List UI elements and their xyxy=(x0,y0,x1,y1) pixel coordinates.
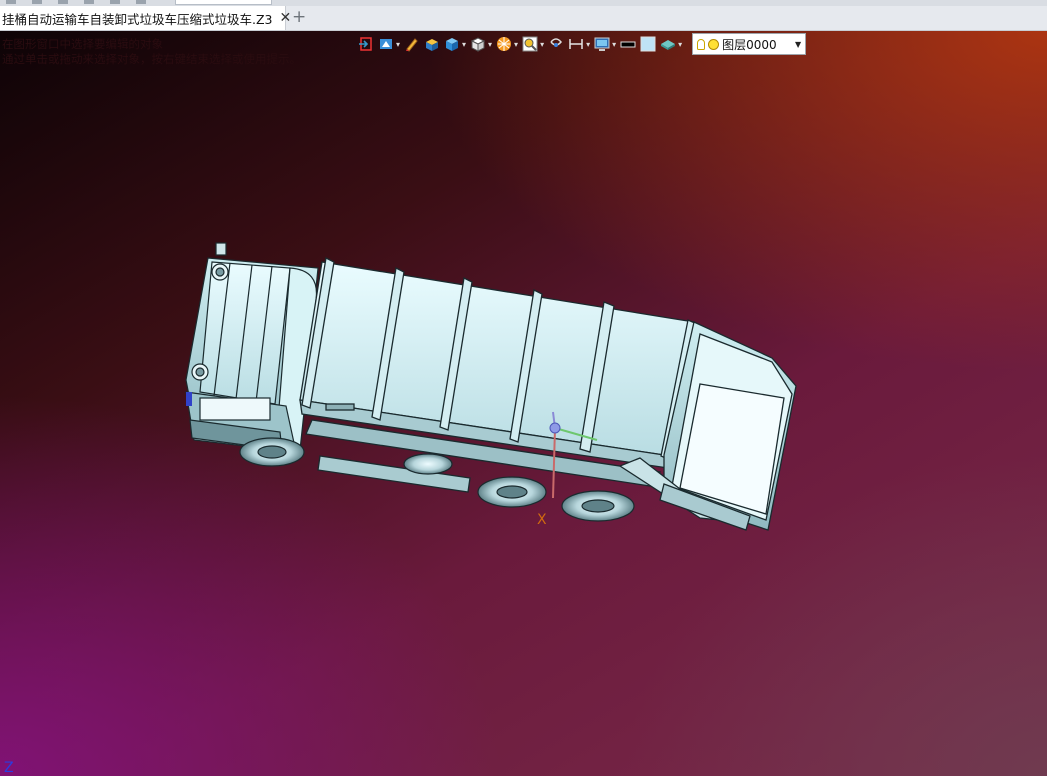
truck-cab xyxy=(185,242,319,453)
command-input[interactable] xyxy=(175,0,272,5)
document-tab-bar: 挂桶自动运输车自装卸式垃圾车压缩式垃圾车.Z3 ✕ + xyxy=(0,6,1047,31)
quick-access-icon[interactable] xyxy=(110,0,120,4)
quick-access-icon[interactable] xyxy=(58,0,68,4)
axis-x-label: X xyxy=(537,512,547,528)
quick-access-icon[interactable] xyxy=(84,0,94,4)
compactor-body xyxy=(299,257,698,493)
quick-access-icon[interactable] xyxy=(136,0,146,4)
graphics-viewport[interactable]: 在图形窗口中选择要编辑的对象 通过单击或拖动来选择对象，按右键结束选择或使用提示… xyxy=(0,31,1047,776)
garbage-truck-model[interactable]: X xyxy=(0,31,1047,776)
document-tab[interactable]: 挂桶自动运输车自装卸式垃圾车压缩式垃圾车.Z3 ✕ xyxy=(0,6,291,30)
axis-z-label: Z xyxy=(4,760,14,776)
quick-access-icon[interactable] xyxy=(6,0,16,4)
close-tab-icon[interactable]: ✕ xyxy=(280,11,292,25)
document-tab-title: 挂桶自动运输车自装卸式垃圾车压缩式垃圾车.Z3 xyxy=(2,11,273,27)
quick-access-icon[interactable] xyxy=(32,0,42,4)
new-tab-button[interactable]: + xyxy=(292,7,306,27)
